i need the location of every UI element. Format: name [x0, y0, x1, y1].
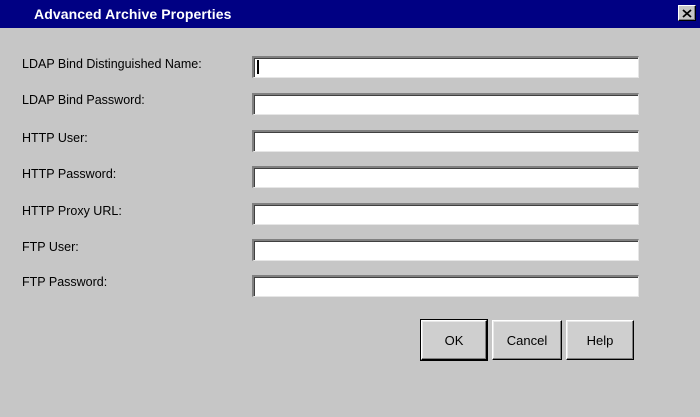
text-caret	[257, 60, 259, 74]
title-bar[interactable]: Advanced Archive Properties	[0, 0, 700, 28]
http-proxy-url-label: HTTP Proxy URL:	[22, 204, 122, 218]
http-password-label: HTTP Password:	[22, 167, 117, 181]
ftp-user-label: FTP User:	[22, 240, 79, 254]
advanced-archive-properties-dialog: Advanced Archive Properties LDAP Bind Di…	[0, 0, 700, 417]
window-title: Advanced Archive Properties	[34, 6, 232, 22]
ftp-password-label: FTP Password:	[22, 275, 108, 289]
help-button[interactable]: Help	[566, 320, 634, 360]
ok-button[interactable]: OK	[420, 319, 488, 361]
http-password-field[interactable]	[252, 166, 639, 188]
cancel-button[interactable]: Cancel	[492, 320, 562, 360]
ftp-user-field[interactable]	[252, 239, 639, 261]
ldap-bind-password-label: LDAP Bind Password:	[22, 93, 145, 107]
ldap-bind-password-field[interactable]	[252, 93, 639, 115]
http-proxy-url-field[interactable]	[252, 203, 639, 225]
close-icon	[682, 8, 692, 18]
ldap-bind-dn-field[interactable]	[252, 56, 639, 78]
http-user-label: HTTP User:	[22, 131, 88, 145]
http-user-field[interactable]	[252, 130, 639, 152]
close-button[interactable]	[678, 5, 696, 21]
ftp-password-field[interactable]	[252, 275, 639, 297]
ldap-bind-dn-label: LDAP Bind Distinguished Name:	[22, 57, 202, 71]
